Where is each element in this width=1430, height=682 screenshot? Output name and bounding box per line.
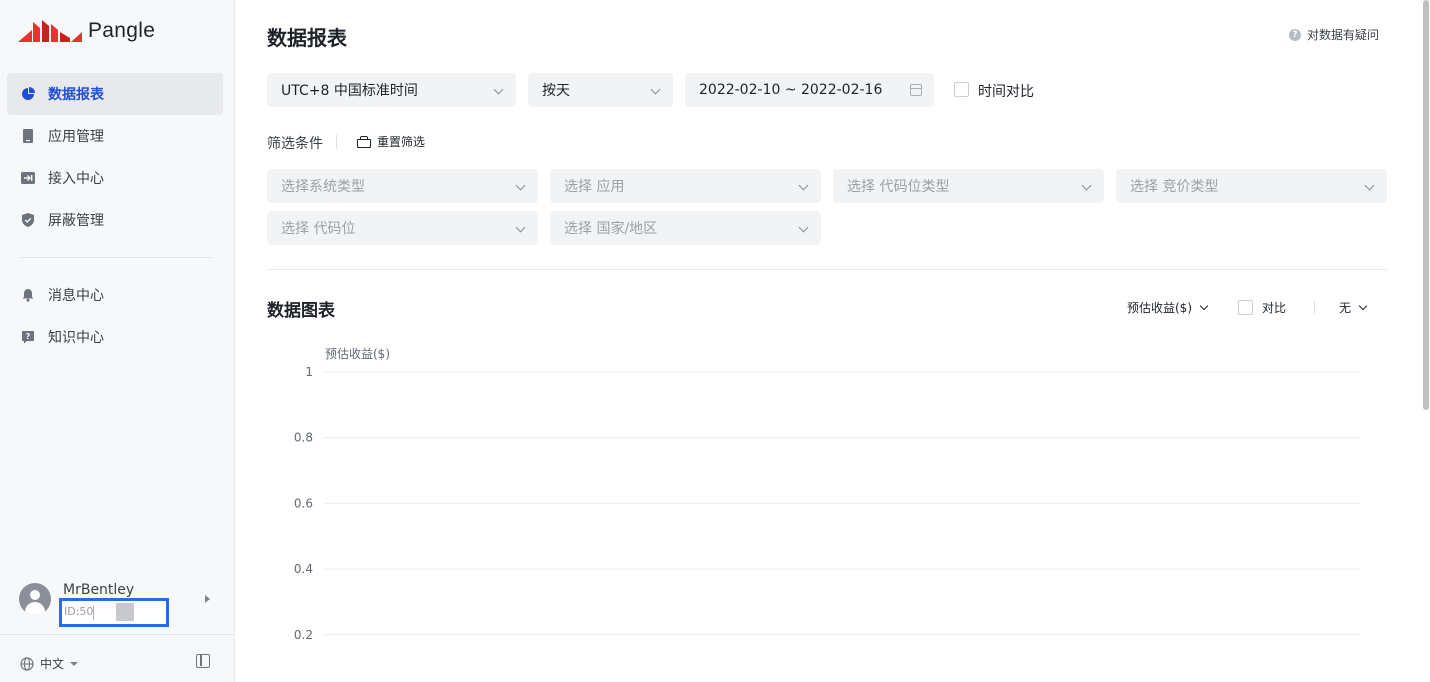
chevron-down-icon [1081,180,1092,191]
compare-separator [1314,300,1315,314]
timezone-select[interactable]: UTC+8 中国标准时间 [267,73,516,107]
y-axis-tick-label: 0.6 [294,496,313,510]
ad-slot-placeholder: 选择 代码位 [281,221,356,237]
chevron-down-icon [515,180,526,191]
user-id-highlight-box: ID:50 [59,598,169,627]
language-switcher[interactable]: 中文 [20,655,79,672]
section-divider [267,269,1387,270]
reset-basket-icon [357,135,371,148]
sidebar-item-label: 消息中心 [48,288,104,304]
page-scrollbar[interactable] [1422,0,1430,682]
page-title: 数据报表 [267,26,347,50]
chevron-down-icon [1199,301,1209,311]
globe-icon [20,656,34,671]
sidebar-item-label: 数据报表 [48,87,104,103]
calendar-icon [910,84,922,96]
reset-filters-button[interactable]: 重置筛选 [357,133,425,150]
chevron-down-icon [798,180,809,191]
question-circle-icon: ? [1289,28,1301,41]
phone-icon [21,129,35,143]
sidebar-item-data-report[interactable]: 数据报表 [7,73,223,115]
data-doubt-label: 对数据有疑问 [1307,28,1380,42]
svg-text:?: ? [26,332,31,341]
user-id: ID:50 [64,605,94,618]
bidding-type-select[interactable]: 选择 竞价类型 [1116,169,1387,203]
chevron-down-icon [650,84,661,95]
sidebar-item-label: 屏蔽管理 [48,213,104,229]
sidebar-item-block-management[interactable]: 屏蔽管理 [7,199,223,241]
y-axis-tick-label: 1 [305,365,313,379]
ad-slot-select[interactable]: 选择 代码位 [267,211,538,245]
scrollbar-thumb[interactable] [1423,0,1429,410]
import-icon [21,171,35,185]
sidebar-item-message-center[interactable]: 消息中心 [7,274,223,316]
sidebar-item-access-center[interactable]: 接入中心 [7,157,223,199]
compare-target-select[interactable]: 无 [1339,299,1368,316]
app-placeholder: 选择 应用 [564,179,625,195]
ad-slot-type-select[interactable]: 选择 代码位类型 [833,169,1104,203]
sidebar-item-knowledge-center[interactable]: ? 知识中心 [7,316,223,358]
ad-slot-type-placeholder: 选择 代码位类型 [847,179,950,195]
compare-target-value: 无 [1339,301,1352,315]
question-card-icon: ? [21,330,35,344]
chart-compare-checkbox[interactable] [1238,300,1253,315]
reset-filters-label: 重置筛选 [377,135,426,149]
revenue-chart: 预估收益($) 1 0.8 0.6 0.4 0.2 [235,340,1422,682]
country-region-placeholder: 选择 国家/地区 [564,221,658,237]
granularity-value: 按天 [542,83,570,99]
chevron-down-icon [493,84,504,95]
date-range-value: 2022-02-10 ~ 2022-02-16 [699,82,883,98]
y-axis-tick-label: 0.8 [294,431,313,445]
sidebar-item-label: 接入中心 [48,171,104,187]
timezone-value: UTC+8 中国标准时间 [281,83,418,99]
chevron-down-icon [1358,301,1368,311]
metric-label: 预估收益($) [1127,301,1192,315]
bidding-type-placeholder: 选择 竞价类型 [1130,179,1219,195]
pie-chart-icon [21,87,35,101]
sidebar-item-label: 知识中心 [48,330,104,346]
time-compare-label: 时间对比 [978,84,1034,100]
app-select[interactable]: 选择 应用 [550,169,821,203]
caret-down-icon [70,661,79,666]
y-axis-tick-label: 0.4 [294,562,313,576]
user-profile[interactable]: MrBentley ID:50 [18,580,223,627]
chart-compare-label: 对比 [1262,301,1287,315]
language-label: 中文 [40,657,65,671]
filter-separator [336,135,337,149]
sidebar-footer: 中文 [0,634,234,682]
redaction-mark [93,606,94,620]
chart-title: 数据图表 [267,301,335,321]
logo-text: Pangle [88,19,156,42]
sidebar-item-label: 应用管理 [48,129,104,145]
avatar [19,583,51,615]
data-doubt-link[interactable]: ? 对数据有疑问 [1289,26,1379,43]
sidebar-divider [20,257,212,258]
collapse-sidebar-icon[interactable] [196,654,210,668]
os-type-select[interactable]: 选择系统类型 [267,169,538,203]
bell-icon [21,288,35,302]
os-type-placeholder: 选择系统类型 [281,179,365,195]
sidebar-item-app-management[interactable]: 应用管理 [7,115,223,157]
country-region-select[interactable]: 选择 国家/地区 [550,211,821,245]
filter-label: 筛选条件 [267,136,323,152]
chevron-down-icon [515,222,526,233]
chart-plot-area: 1 0.8 0.6 0.4 0.2 [294,365,1360,642]
redaction-block [116,603,134,621]
sidebar: Pangle 数据报表 应用管理 接入中心 屏蔽管理 消息中心 ? 知识中心 M… [0,0,235,682]
pangle-logo-icon [18,20,82,42]
chevron-down-icon [798,222,809,233]
metric-select[interactable]: 预估收益($) [1127,299,1209,316]
granularity-select[interactable]: 按天 [528,73,673,107]
date-range-picker[interactable]: 2022-02-10 ~ 2022-02-16 [685,73,934,107]
shield-icon [21,213,35,227]
time-compare-checkbox[interactable] [954,82,969,97]
main-content: 数据报表 ? 对数据有疑问 UTC+8 中国标准时间 按天 2022-02-10… [235,0,1422,682]
chevron-down-icon [1364,180,1375,191]
pangle-logo[interactable]: Pangle [18,18,155,44]
caret-right-icon[interactable] [205,595,210,603]
user-name: MrBentley [63,582,135,598]
y-axis-tick-label: 0.2 [294,628,313,642]
